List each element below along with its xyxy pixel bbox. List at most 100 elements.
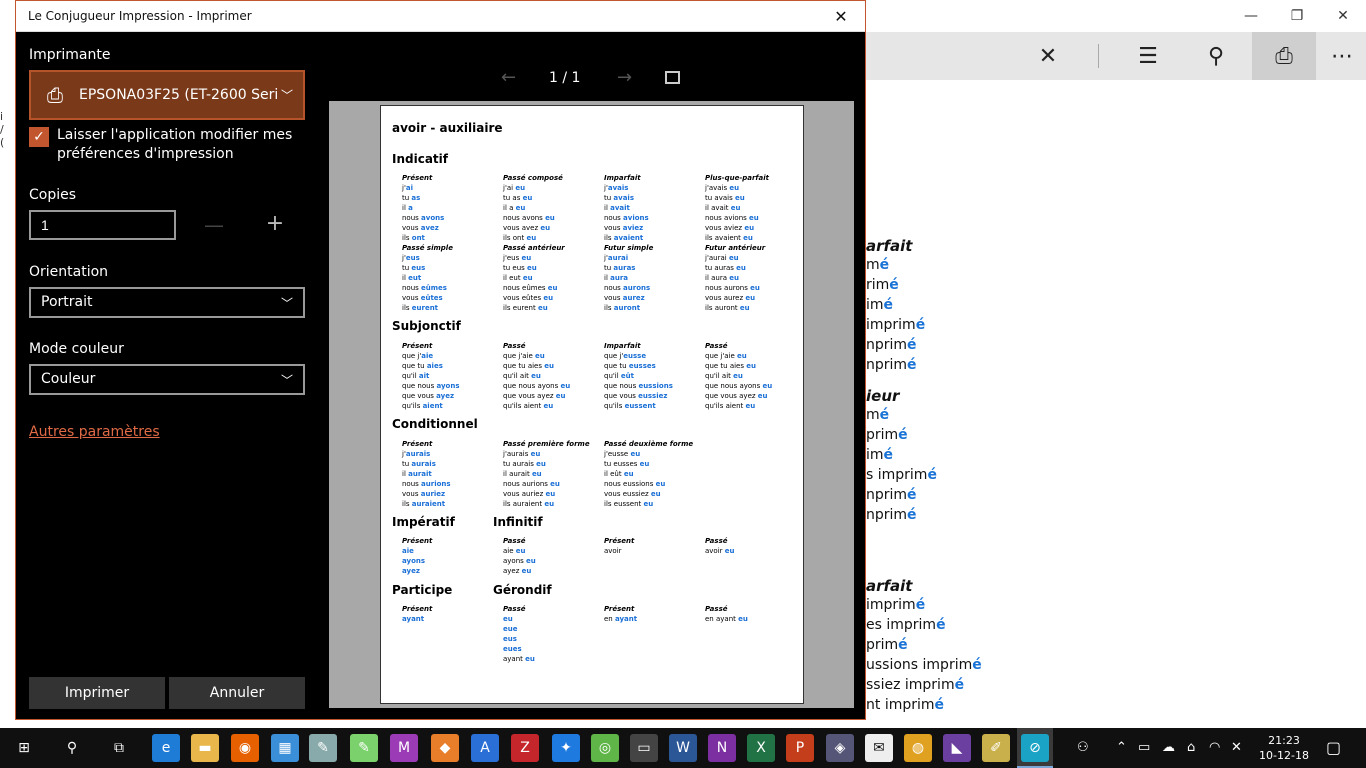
copies-increment-button[interactable]: + <box>263 211 287 236</box>
volume-icon[interactable]: ✕ <box>1231 740 1242 755</box>
allow-app-checkbox[interactable]: ✓ <box>29 127 49 147</box>
list-icon[interactable]: ☰ <box>1116 32 1180 80</box>
terminal-icon[interactable]: ▭ <box>630 734 658 762</box>
previous-page-icon[interactable]: ← <box>501 67 516 88</box>
visual-studio-icon[interactable]: ◣ <box>943 734 971 762</box>
copies-input[interactable] <box>29 210 176 240</box>
print-button[interactable]: Imprimer <box>29 677 165 709</box>
search-icon[interactable]: ⚲ <box>58 734 86 762</box>
task-view-icon[interactable]: ⧉ <box>105 734 133 762</box>
onenote-icon[interactable]: N <box>708 734 736 762</box>
paint-icon[interactable]: ✐ <box>982 734 1010 762</box>
column-heading: Présent <box>604 605 635 613</box>
conjugation-row: qu'il eût <box>604 371 704 381</box>
conjugation-row: j'aurais eu <box>503 449 603 459</box>
copies-decrement-button[interactable]: — <box>202 213 226 237</box>
conjugation-line: nprimé <box>866 487 917 503</box>
verb-form: eu <box>630 450 641 458</box>
more-settings-link[interactable]: Autres paramètres <box>29 424 160 440</box>
verb-form: eu <box>639 460 650 468</box>
conjugation-row: vous aviez eu <box>705 223 805 233</box>
verb-form: eu <box>623 470 634 478</box>
verb-form: eu <box>537 304 548 312</box>
color-mode-select[interactable]: Couleur ﹀ <box>29 364 305 395</box>
print-icon[interactable]: ⎙ <box>1252 32 1316 80</box>
notification-icon[interactable]: ▢ <box>1326 738 1341 757</box>
edge-icon[interactable]: e <box>152 734 180 762</box>
conjugation-row: qu'il ait <box>402 371 502 381</box>
android-studio-icon[interactable]: ◎ <box>591 734 619 762</box>
firefox-icon[interactable]: ◉ <box>231 734 259 762</box>
verb-form: eu <box>527 264 537 272</box>
cancel-button[interactable]: Annuler <box>169 677 305 709</box>
verb-form: aurais <box>411 460 436 468</box>
next-page-icon[interactable]: → <box>617 67 632 88</box>
conjugation-row: vous aurez <box>604 293 704 303</box>
section-heading: Conditionnel <box>392 417 478 431</box>
allow-app-preferences-row[interactable]: ✓ Laisser l'application modifier mes pré… <box>29 126 309 164</box>
dropbox-icon[interactable]: ✦ <box>552 734 580 762</box>
printer-name: EPSONA03F25 (ET-2600 Series) <box>79 87 277 103</box>
verb-form: eusses <box>628 362 656 370</box>
verb-form: eusse <box>623 352 647 360</box>
more-icon[interactable]: ⋯ <box>1310 32 1366 80</box>
word-icon[interactable]: W <box>669 734 697 762</box>
verb-form: ayez <box>436 392 455 400</box>
battery-icon[interactable]: ▭ <box>1138 740 1150 755</box>
clock[interactable]: 21:23 10-12-18 <box>1258 733 1310 763</box>
search-icon[interactable]: ⚲ <box>1184 32 1248 80</box>
fragment-text: ( <box>0 136 5 149</box>
verb-form: eu <box>739 304 750 312</box>
mail-icon[interactable]: ✉ <box>865 734 893 762</box>
onedrive-icon[interactable]: ☁ <box>1162 740 1175 755</box>
app-b-icon[interactable]: ✎ <box>350 734 378 762</box>
verb-form: eu <box>724 547 735 555</box>
conjugation-column: Passé eu eue eus eues ayant eu <box>503 604 603 664</box>
verb-form: eu <box>526 557 536 565</box>
filezilla-icon[interactable]: Z <box>511 734 539 762</box>
conjugueur-icon[interactable]: ⊘ <box>1021 734 1049 762</box>
conjugation-row: j'eusse eu <box>604 449 704 459</box>
line-ending: é <box>907 337 917 353</box>
minimize-button[interactable]: — <box>1228 0 1274 32</box>
show-hidden-icon[interactable]: ⌃ <box>1116 740 1127 755</box>
app-d-icon[interactable]: ◆ <box>431 734 459 762</box>
chrome-icon[interactable]: ◍ <box>904 734 932 762</box>
copies-label: Copies <box>29 187 77 203</box>
windows-start-icon[interactable]: ⊞ <box>10 734 38 762</box>
powerpoint-icon[interactable]: P <box>786 734 814 762</box>
chevron-down-icon: ﹀ <box>280 296 293 310</box>
app-f-icon[interactable]: ◈ <box>826 734 854 762</box>
fit-page-icon[interactable] <box>665 71 680 84</box>
section-heading: Infinitif <box>493 515 543 529</box>
excel-icon[interactable]: X <box>747 734 775 762</box>
app-a-icon[interactable]: ✎ <box>309 734 337 762</box>
close-window-button[interactable]: ✕ <box>1320 0 1366 32</box>
file-explorer-icon[interactable]: ▬ <box>191 734 219 762</box>
pronoun: j'avais <box>705 184 730 192</box>
close-icon[interactable]: ✕ <box>1016 32 1080 80</box>
network-icon[interactable]: ⌂ <box>1187 740 1195 755</box>
line-text: nprim <box>866 337 908 353</box>
store-icon[interactable]: ▦ <box>271 734 299 762</box>
people-icon[interactable]: ⚇ <box>1077 740 1089 755</box>
printer-select[interactable]: ⎙ EPSONA03F25 (ET-2600 Series) ﹀ <box>29 70 305 120</box>
verb-form: eu <box>540 224 551 232</box>
line-ending: é <box>927 467 937 483</box>
column-heading: Passé <box>503 342 526 350</box>
pronoun: nous <box>402 214 422 222</box>
app-c-icon[interactable]: M <box>390 734 418 762</box>
wifi-icon[interactable]: ◠ <box>1209 740 1220 755</box>
restore-button[interactable]: ❐ <box>1274 0 1320 32</box>
verb-form: eu <box>535 352 545 360</box>
app-e-icon[interactable]: A <box>471 734 499 762</box>
pronoun: ayez <box>503 567 522 575</box>
conjugation-row: il avait <box>604 203 704 213</box>
pronoun: qu'il ait <box>705 372 734 380</box>
orientation-select[interactable]: Portrait ﹀ <box>29 287 305 318</box>
pronoun: j'aurai <box>705 254 729 262</box>
dialog-close-button[interactable]: ✕ <box>821 1 861 32</box>
conjugation-line: nprimé <box>866 507 917 523</box>
conjugation-row: aie <box>402 546 502 556</box>
pronoun: vous aviez <box>705 224 745 232</box>
